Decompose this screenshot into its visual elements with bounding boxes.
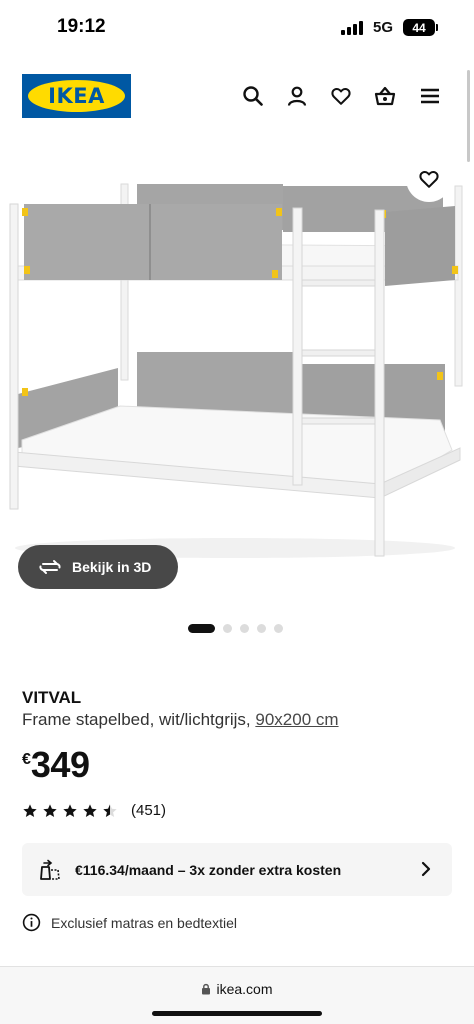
info-icon <box>22 913 41 932</box>
star-full-icon <box>23 803 37 817</box>
product-image[interactable] <box>0 150 474 610</box>
home-indicator[interactable] <box>152 1011 322 1016</box>
product-name: VITVAL <box>22 688 82 707</box>
menu-icon[interactable] <box>418 84 442 108</box>
status-time: 19:12 <box>57 16 106 37</box>
battery-icon: 44 <box>403 19 435 36</box>
status-bar: 19:12 5G 44 <box>0 0 474 58</box>
logo-oval: IKEA <box>28 80 125 112</box>
heart-icon <box>419 171 439 188</box>
financing-option-button[interactable]: €116.34/maand – 3x zonder extra kosten <box>22 843 452 896</box>
product-description: Frame stapelbed, wit/lichtgrijs, 90x200 … <box>22 710 339 730</box>
battery-tip <box>436 24 438 31</box>
view-in-3d-button[interactable]: Bekijk in 3D <box>18 545 178 589</box>
account-icon[interactable] <box>285 84 309 108</box>
review-count: (451) <box>131 802 167 819</box>
installment-icon <box>40 859 60 880</box>
search-icon[interactable] <box>241 84 265 108</box>
add-to-favorites-button[interactable] <box>406 156 452 202</box>
url-text: ikea.com <box>216 981 273 997</box>
ikea-logo[interactable]: IKEA <box>22 74 131 118</box>
rotate-3d-icon <box>39 560 61 574</box>
product-size-link[interactable]: 90x200 cm <box>255 710 338 729</box>
star-full-icon <box>83 803 97 817</box>
url-display[interactable]: ikea.com <box>0 981 474 997</box>
product-rating[interactable]: (451) <box>22 802 166 819</box>
site-header: IKEA <box>0 58 474 136</box>
financing-text: €116.34/maand – 3x zonder extra kosten <box>75 861 342 878</box>
gallery-dot[interactable] <box>274 624 283 633</box>
bunk-bed-illustration <box>9 183 463 558</box>
star-full-icon <box>63 803 77 817</box>
star-half-icon <box>103 803 117 817</box>
gallery-dot[interactable] <box>188 624 215 633</box>
scroll-indicator <box>467 70 470 162</box>
product-price: € 349 <box>22 744 90 786</box>
price-currency: € <box>22 751 31 768</box>
signal-icon <box>341 21 363 35</box>
note-text: Exclusief matras en bedtextiel <box>51 914 237 931</box>
gallery-dot[interactable] <box>240 624 249 633</box>
basket-icon[interactable] <box>373 84 397 108</box>
gallery-dot[interactable] <box>223 624 232 633</box>
product-note: Exclusief matras en bedtextiel <box>22 913 237 932</box>
star-full-icon <box>43 803 57 817</box>
browser-address-bar[interactable]: ikea.com <box>0 966 474 1024</box>
network-label: 5G <box>373 19 394 36</box>
view-in-3d-label: Bekijk in 3D <box>72 559 152 575</box>
gallery-dot[interactable] <box>257 624 266 633</box>
gallery-pagination <box>188 624 283 633</box>
heart-icon[interactable] <box>329 84 353 108</box>
price-value: 349 <box>30 744 90 785</box>
lock-icon <box>202 983 211 995</box>
product-description-text: Frame stapelbed, wit/lichtgrijs, <box>22 710 251 729</box>
chevron-right-icon <box>421 861 431 877</box>
logo-text: IKEA <box>48 84 105 108</box>
